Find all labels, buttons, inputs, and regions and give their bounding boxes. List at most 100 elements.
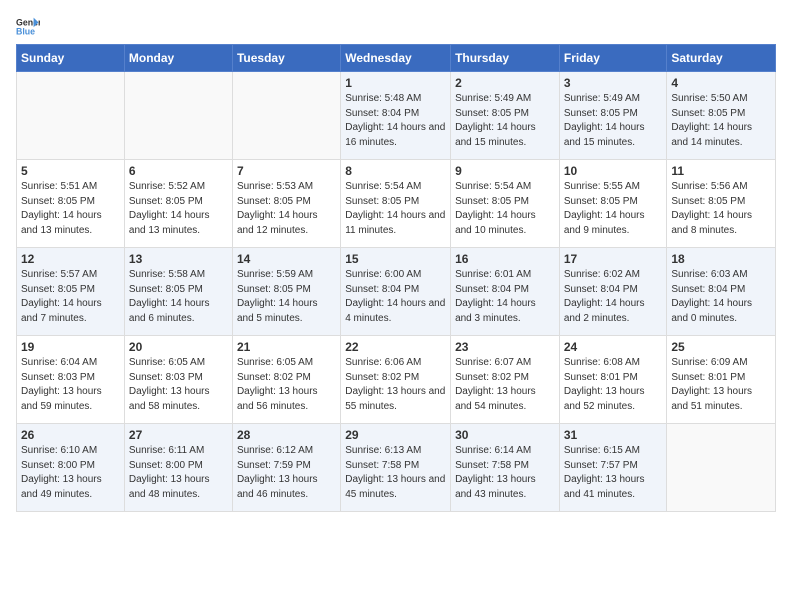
day-number: 15 bbox=[345, 252, 446, 266]
day-number: 7 bbox=[237, 164, 336, 178]
week-row-5: 26 Sunrise: 6:10 AM Sunset: 8:00 PM Dayli… bbox=[17, 424, 776, 512]
day-number: 28 bbox=[237, 428, 336, 442]
day-info: Sunrise: 6:04 AM Sunset: 8:03 PM Dayligh… bbox=[21, 356, 120, 414]
week-row-2: 5 Sunrise: 5:51 AM Sunset: 8:05 PM Daylig… bbox=[17, 160, 776, 248]
day-cell: 6 Sunrise: 5:52 AM Sunset: 8:05 PM Daylig… bbox=[124, 160, 232, 248]
day-number: 4 bbox=[671, 76, 771, 90]
day-cell: 12 Sunrise: 5:57 AM Sunset: 8:05 PM Dayli… bbox=[17, 248, 125, 336]
day-info: Sunrise: 6:15 AM Sunset: 7:57 PM Dayligh… bbox=[564, 444, 663, 502]
day-number: 13 bbox=[129, 252, 228, 266]
day-info: Sunrise: 6:07 AM Sunset: 8:02 PM Dayligh… bbox=[455, 356, 555, 414]
weekday-header-sunday: Sunday bbox=[17, 45, 125, 72]
day-cell: 30 Sunrise: 6:14 AM Sunset: 7:58 PM Dayli… bbox=[451, 424, 560, 512]
day-number: 17 bbox=[564, 252, 663, 266]
day-info: Sunrise: 6:11 AM Sunset: 8:00 PM Dayligh… bbox=[129, 444, 228, 502]
day-cell bbox=[17, 72, 125, 160]
day-info: Sunrise: 5:54 AM Sunset: 8:05 PM Dayligh… bbox=[455, 180, 555, 238]
day-info: Sunrise: 5:54 AM Sunset: 8:05 PM Dayligh… bbox=[345, 180, 446, 238]
day-number: 6 bbox=[129, 164, 228, 178]
day-cell: 13 Sunrise: 5:58 AM Sunset: 8:05 PM Dayli… bbox=[124, 248, 232, 336]
day-info: Sunrise: 6:05 AM Sunset: 8:02 PM Dayligh… bbox=[237, 356, 336, 414]
day-number: 19 bbox=[21, 340, 120, 354]
day-cell: 24 Sunrise: 6:08 AM Sunset: 8:01 PM Dayli… bbox=[559, 336, 667, 424]
day-info: Sunrise: 6:08 AM Sunset: 8:01 PM Dayligh… bbox=[564, 356, 663, 414]
day-number: 23 bbox=[455, 340, 555, 354]
day-info: Sunrise: 6:09 AM Sunset: 8:01 PM Dayligh… bbox=[671, 356, 771, 414]
calendar-body: 1 Sunrise: 5:48 AM Sunset: 8:04 PM Daylig… bbox=[17, 72, 776, 512]
day-info: Sunrise: 6:10 AM Sunset: 8:00 PM Dayligh… bbox=[21, 444, 120, 502]
weekday-header-tuesday: Tuesday bbox=[232, 45, 340, 72]
day-number: 16 bbox=[455, 252, 555, 266]
day-info: Sunrise: 5:57 AM Sunset: 8:05 PM Dayligh… bbox=[21, 268, 120, 326]
day-number: 10 bbox=[564, 164, 663, 178]
day-cell: 10Sunrise: 5:55 AM Sunset: 8:05 PM Dayli… bbox=[559, 160, 667, 248]
weekday-row: SundayMondayTuesdayWednesdayThursdayFrid… bbox=[17, 45, 776, 72]
day-number: 18 bbox=[671, 252, 771, 266]
calendar-table: SundayMondayTuesdayWednesdayThursdayFrid… bbox=[16, 44, 776, 512]
day-info: Sunrise: 5:50 AM Sunset: 8:05 PM Dayligh… bbox=[671, 92, 771, 150]
day-info: Sunrise: 5:52 AM Sunset: 8:05 PM Dayligh… bbox=[129, 180, 228, 238]
header: General Blue bbox=[16, 16, 776, 36]
day-number: 26 bbox=[21, 428, 120, 442]
day-number: 9 bbox=[455, 164, 555, 178]
weekday-header-wednesday: Wednesday bbox=[341, 45, 451, 72]
day-number: 1 bbox=[345, 76, 446, 90]
day-cell: 14Sunrise: 5:59 AM Sunset: 8:05 PM Dayli… bbox=[232, 248, 340, 336]
day-number: 21 bbox=[237, 340, 336, 354]
day-cell: 26 Sunrise: 6:10 AM Sunset: 8:00 PM Dayli… bbox=[17, 424, 125, 512]
day-cell bbox=[667, 424, 776, 512]
day-info: Sunrise: 5:48 AM Sunset: 8:04 PM Dayligh… bbox=[345, 92, 446, 150]
day-info: Sunrise: 6:14 AM Sunset: 7:58 PM Dayligh… bbox=[455, 444, 555, 502]
day-cell: 20 Sunrise: 6:05 AM Sunset: 8:03 PM Dayli… bbox=[124, 336, 232, 424]
day-number: 25 bbox=[671, 340, 771, 354]
day-number: 20 bbox=[129, 340, 228, 354]
day-info: Sunrise: 6:13 AM Sunset: 7:58 PM Dayligh… bbox=[345, 444, 446, 502]
day-info: Sunrise: 5:59 AM Sunset: 8:05 PM Dayligh… bbox=[237, 268, 336, 326]
day-info: Sunrise: 5:58 AM Sunset: 8:05 PM Dayligh… bbox=[129, 268, 228, 326]
svg-text:Blue: Blue bbox=[16, 26, 35, 36]
day-cell: 22 Sunrise: 6:06 AM Sunset: 8:02 PM Dayli… bbox=[341, 336, 451, 424]
day-number: 5 bbox=[21, 164, 120, 178]
day-info: Sunrise: 6:05 AM Sunset: 8:03 PM Dayligh… bbox=[129, 356, 228, 414]
day-cell: 21 Sunrise: 6:05 AM Sunset: 8:02 PM Dayli… bbox=[232, 336, 340, 424]
day-number: 2 bbox=[455, 76, 555, 90]
day-cell bbox=[124, 72, 232, 160]
week-row-3: 12 Sunrise: 5:57 AM Sunset: 8:05 PM Dayli… bbox=[17, 248, 776, 336]
day-cell bbox=[232, 72, 340, 160]
day-cell: 28 Sunrise: 6:12 AM Sunset: 7:59 PM Dayli… bbox=[232, 424, 340, 512]
day-number: 3 bbox=[564, 76, 663, 90]
day-number: 8 bbox=[345, 164, 446, 178]
day-cell: 19 Sunrise: 6:04 AM Sunset: 8:03 PM Dayli… bbox=[17, 336, 125, 424]
day-cell: 4 Sunrise: 5:50 AM Sunset: 8:05 PM Daylig… bbox=[667, 72, 776, 160]
calendar-header: SundayMondayTuesdayWednesdayThursdayFrid… bbox=[17, 45, 776, 72]
day-cell: 18Sunrise: 6:03 AM Sunset: 8:04 PM Dayli… bbox=[667, 248, 776, 336]
day-cell: 17Sunrise: 6:02 AM Sunset: 8:04 PM Dayli… bbox=[559, 248, 667, 336]
day-cell: 15 Sunrise: 6:00 AM Sunset: 8:04 PM Dayli… bbox=[341, 248, 451, 336]
day-info: Sunrise: 5:49 AM Sunset: 8:05 PM Dayligh… bbox=[564, 92, 663, 150]
day-info: Sunrise: 5:53 AM Sunset: 8:05 PM Dayligh… bbox=[237, 180, 336, 238]
day-number: 11 bbox=[671, 164, 771, 178]
weekday-header-friday: Friday bbox=[559, 45, 667, 72]
day-cell: 2Sunrise: 5:49 AM Sunset: 8:05 PM Daylig… bbox=[451, 72, 560, 160]
day-number: 12 bbox=[21, 252, 120, 266]
day-cell: 3 Sunrise: 5:49 AM Sunset: 8:05 PM Daylig… bbox=[559, 72, 667, 160]
day-number: 24 bbox=[564, 340, 663, 354]
day-number: 29 bbox=[345, 428, 446, 442]
day-info: Sunrise: 6:06 AM Sunset: 8:02 PM Dayligh… bbox=[345, 356, 446, 414]
day-number: 22 bbox=[345, 340, 446, 354]
logo-icon: General Blue bbox=[16, 16, 40, 36]
day-cell: 31 Sunrise: 6:15 AM Sunset: 7:57 PM Dayli… bbox=[559, 424, 667, 512]
day-cell: 29 Sunrise: 6:13 AM Sunset: 7:58 PM Dayli… bbox=[341, 424, 451, 512]
day-info: Sunrise: 6:00 AM Sunset: 8:04 PM Dayligh… bbox=[345, 268, 446, 326]
day-cell: 5 Sunrise: 5:51 AM Sunset: 8:05 PM Daylig… bbox=[17, 160, 125, 248]
day-cell: 8 Sunrise: 5:54 AM Sunset: 8:05 PM Daylig… bbox=[341, 160, 451, 248]
day-cell: 7 Sunrise: 5:53 AM Sunset: 8:05 PM Daylig… bbox=[232, 160, 340, 248]
day-number: 30 bbox=[455, 428, 555, 442]
day-info: Sunrise: 5:51 AM Sunset: 8:05 PM Dayligh… bbox=[21, 180, 120, 238]
day-info: Sunrise: 5:56 AM Sunset: 8:05 PM Dayligh… bbox=[671, 180, 771, 238]
day-info: Sunrise: 6:12 AM Sunset: 7:59 PM Dayligh… bbox=[237, 444, 336, 502]
day-cell: 27 Sunrise: 6:11 AM Sunset: 8:00 PM Dayli… bbox=[124, 424, 232, 512]
day-number: 27 bbox=[129, 428, 228, 442]
day-cell: 25 Sunrise: 6:09 AM Sunset: 8:01 PM Dayli… bbox=[667, 336, 776, 424]
day-number: 31 bbox=[564, 428, 663, 442]
